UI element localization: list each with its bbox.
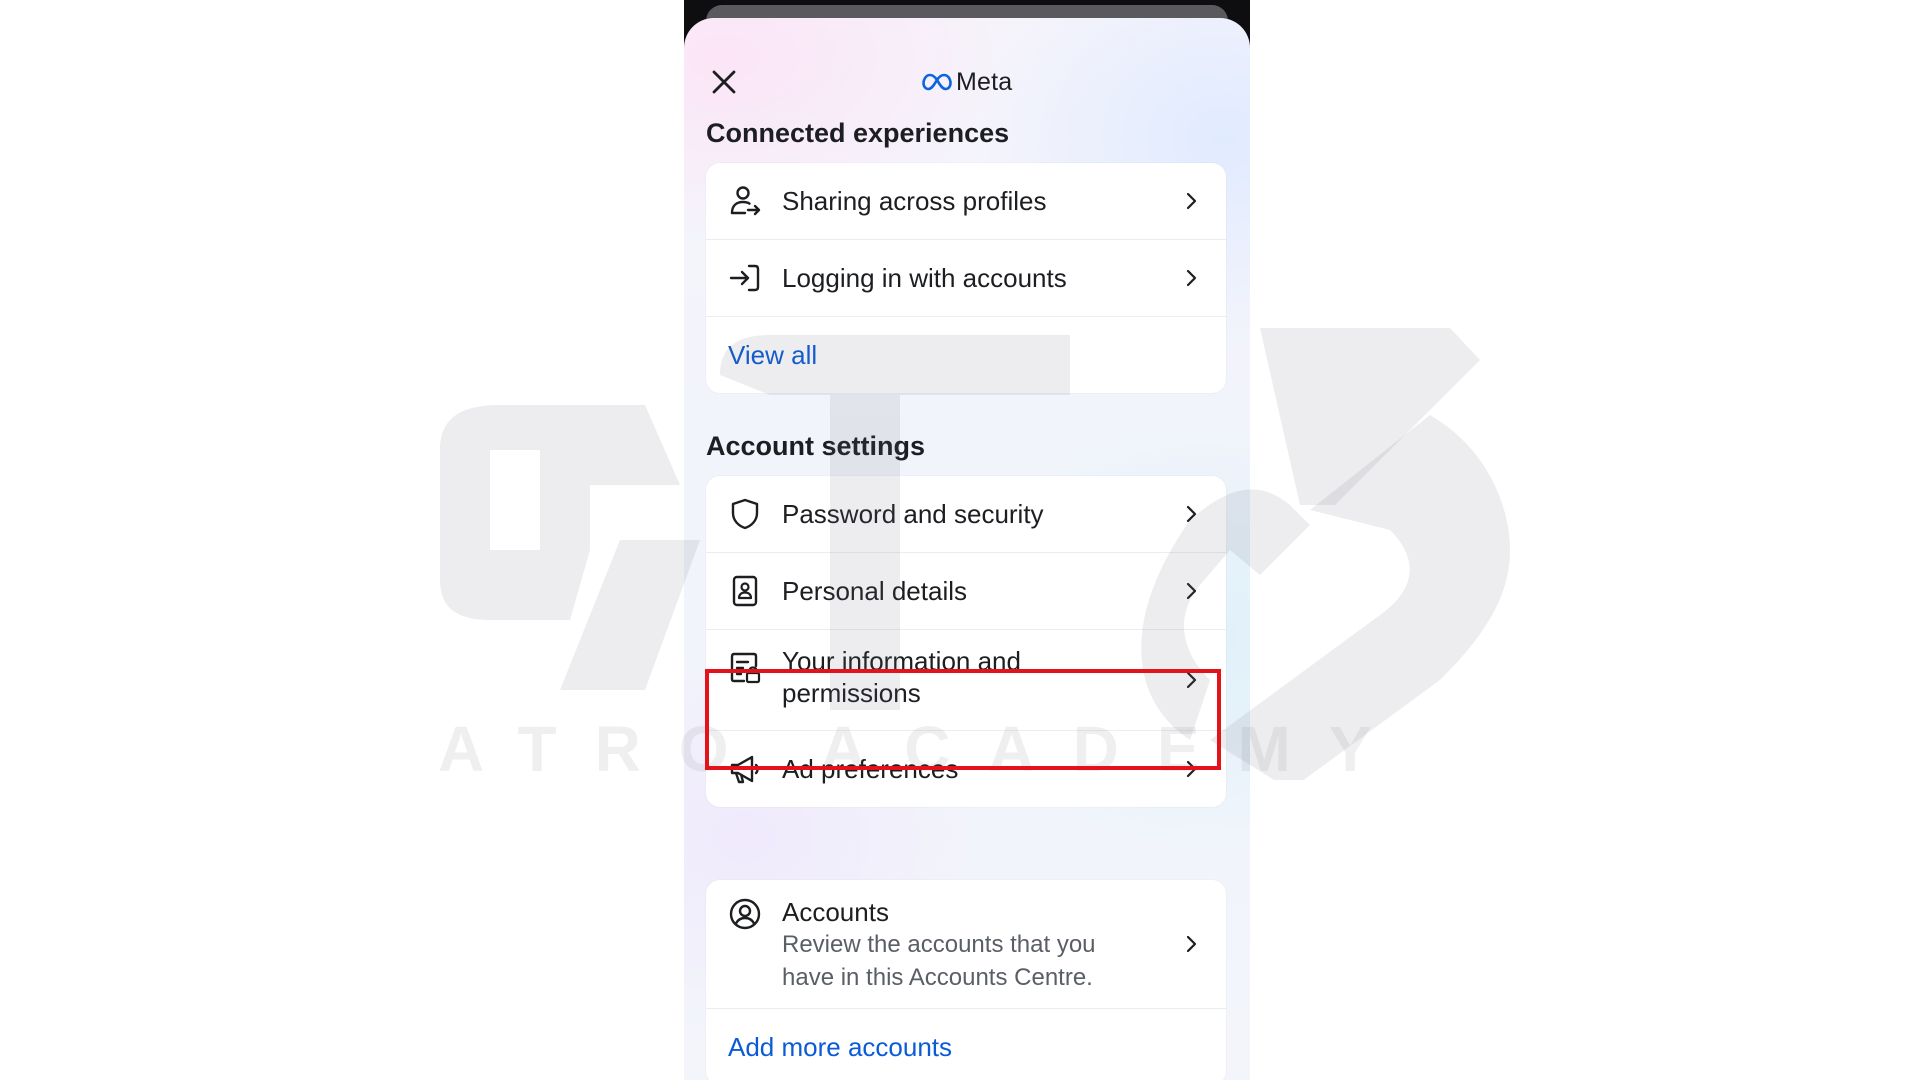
row-logging-in-with-accounts[interactable]: Logging in with accounts — [706, 240, 1226, 317]
person-share-icon — [728, 184, 762, 218]
chevron-right-icon — [1182, 934, 1202, 954]
add-more-accounts-link[interactable]: Add more accounts — [706, 1009, 1226, 1080]
view-all-link[interactable]: View all — [706, 317, 1226, 393]
chevron-right-icon — [1182, 191, 1202, 211]
info-lock-icon — [728, 651, 762, 685]
row-label: Your information and permissions — [782, 646, 1021, 708]
close-icon — [712, 70, 736, 94]
meta-logo: Meta — [922, 66, 1012, 98]
row-your-information-and-permissions[interactable]: Your information and permissions — [706, 630, 1226, 731]
screenshot-stage: Meta Connected experiences Sharing acros… — [0, 0, 1920, 1080]
megaphone-icon — [728, 752, 762, 786]
row-label: Personal details — [782, 576, 967, 606]
row-label: Password and security — [782, 499, 1044, 529]
row-ad-preferences[interactable]: Ad preferences — [706, 731, 1226, 807]
row-accounts[interactable]: Accounts Review the accounts that you ha… — [706, 880, 1226, 1009]
meta-infinity-icon — [922, 73, 952, 91]
section-title-connected: Connected experiences — [706, 118, 1010, 148]
account-settings-card: Password and security Personal details Y… — [706, 476, 1226, 807]
row-password-and-security[interactable]: Password and security — [706, 476, 1226, 553]
chevron-right-icon — [1182, 581, 1202, 601]
row-description: Review the accounts that you have in thi… — [782, 931, 1096, 991]
chevron-right-icon — [1182, 504, 1202, 524]
chevron-right-icon — [1182, 759, 1202, 779]
row-sharing-across-profiles[interactable]: Sharing across profiles — [706, 163, 1226, 240]
row-label: Sharing across profiles — [782, 186, 1047, 216]
chevron-right-icon — [1182, 670, 1202, 690]
row-personal-details[interactable]: Personal details — [706, 553, 1226, 630]
phone-frame: Meta Connected experiences Sharing acros… — [684, 0, 1250, 1080]
close-button[interactable] — [706, 64, 742, 100]
row-label: Ad preferences — [782, 754, 959, 784]
connected-experiences-card: Sharing across profiles Logging in with … — [706, 163, 1226, 393]
row-label: Accounts — [782, 897, 889, 927]
chevron-right-icon — [1182, 268, 1202, 288]
section-title-account-settings: Account settings — [706, 431, 926, 461]
meta-brand-text: Meta — [956, 67, 1013, 96]
accounts-card: Accounts Review the accounts that you ha… — [706, 880, 1226, 1080]
shield-icon — [728, 497, 762, 531]
accounts-centre-sheet: Meta Connected experiences Sharing acros… — [684, 18, 1250, 1080]
user-circle-icon — [728, 897, 762, 931]
id-badge-icon — [728, 574, 762, 608]
row-label: Logging in with accounts — [782, 263, 1067, 293]
login-arrow-icon — [728, 261, 762, 295]
